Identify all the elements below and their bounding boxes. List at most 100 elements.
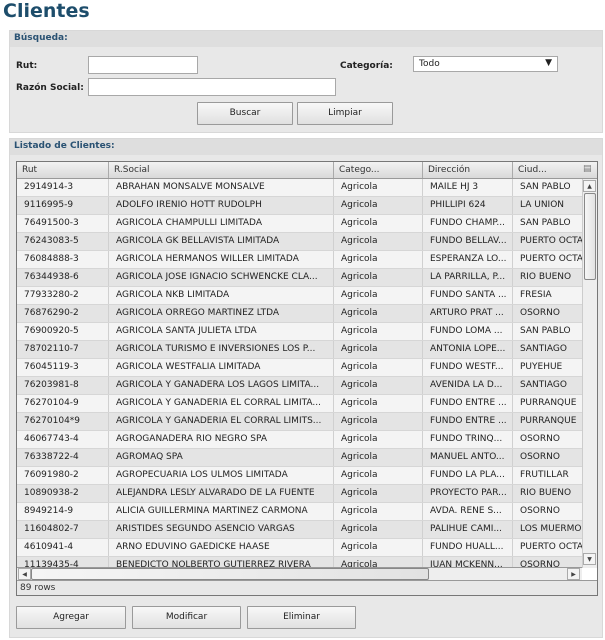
cell-direccion: FUNDO CHAMP... — [423, 215, 513, 232]
cell-direccion: PALIHUE CAMI... — [423, 521, 513, 538]
cell-categoria: Agricola — [334, 467, 423, 484]
cell-razon-social: AGRICOLA TURISMO E INVERSIONES LOS P... — [109, 341, 334, 358]
table-row[interactable]: 4610941-4 ARNO EDUVINO GAEDICKE HAASE Agri… — [17, 539, 582, 557]
cell-ciudad: PUYEHUE — [513, 359, 582, 376]
cell-categoria: Agricola — [334, 287, 423, 304]
cell-categoria: Agricola — [334, 431, 423, 448]
cell-ciudad: LA UNION — [513, 197, 582, 214]
cell-direccion: FUNDO WESTF... — [423, 359, 513, 376]
table-row[interactable]: 76270104-9 AGRICOLA Y GANADERIA EL CORRAL… — [17, 395, 582, 413]
cell-categoria: Agricola — [334, 503, 423, 520]
vertical-scroll-thumb[interactable] — [584, 193, 596, 280]
rut-input[interactable] — [88, 56, 198, 74]
vertical-scrollbar[interactable]: ▲ ▼ — [582, 179, 597, 568]
cell-ciudad: SANTIAGO — [513, 341, 582, 358]
column-header-razon-social[interactable]: R.Social — [109, 162, 334, 178]
column-header-categoria[interactable]: Catego... — [334, 162, 423, 178]
modificar-button[interactable]: Modificar — [132, 606, 241, 629]
table-row[interactable]: 2914914-3 ABRAHAN MONSALVE MONSALVE Agrico… — [17, 179, 582, 197]
column-header-rut[interactable]: Rut — [17, 162, 109, 178]
scroll-right-icon[interactable]: ▶ — [567, 568, 580, 580]
table-row[interactable]: 11139435-4 BENEDICTO NOLBERTO GUTIERREZ R… — [17, 557, 582, 567]
cell-categoria: Agricola — [334, 359, 423, 376]
cell-categoria: Agricola — [334, 323, 423, 340]
cell-categoria: Agricola — [334, 341, 423, 358]
table-row[interactable]: 76900920-5 AGRICOLA SANTA JULIETA LTDA Agr… — [17, 323, 582, 341]
cell-direccion: ANTONIA LOPE... — [423, 341, 513, 358]
cell-ciudad: PURRANQUE — [513, 395, 582, 412]
scroll-down-icon[interactable]: ▼ — [583, 553, 596, 565]
table-row[interactable]: 76491500-3 AGRICOLA CHAMPULLI LIMITADA Agr… — [17, 215, 582, 233]
cell-ciudad: PUERTO OCTA — [513, 233, 582, 250]
cell-razon-social: ADOLFO IRENIO HOTT RUDOLPH — [109, 197, 334, 214]
table-row[interactable]: 11604802-7 ARISTIDES SEGUNDO ASENCIO VARG… — [17, 521, 582, 539]
table-row[interactable]: 76344938-6 AGRICOLA JOSE IGNACIO SCHWENCK… — [17, 269, 582, 287]
table-row[interactable]: 76084888-3 AGRICOLA HERMANOS WILLER LIMIT… — [17, 251, 582, 269]
cell-razon-social: ALEJANDRA LESLY ALVARADO DE LA FUENTE — [109, 485, 334, 502]
table-row[interactable]: 76338722-4 AGROMAQ SPA Agricola MANUEL ANTO… — [17, 449, 582, 467]
eliminar-button[interactable]: Eliminar — [247, 606, 356, 629]
table-row[interactable]: 77933280-2 AGRICOLA NKB LIMITADA Agricola F… — [17, 287, 582, 305]
table-row[interactable]: 8949214-9 ALICIA GUILLERMINA MARTINEZ CAR… — [17, 503, 582, 521]
cell-rut: 2914914-3 — [17, 179, 109, 196]
scroll-left-icon[interactable]: ◀ — [18, 568, 31, 580]
search-panel: Búsqueda: Rut: Razón Social: Categoría: … — [9, 30, 603, 133]
cell-razon-social: AGRICOLA CHAMPULLI LIMITADA — [109, 215, 334, 232]
horizontal-scrollbar[interactable]: ◀ ▶ — [17, 567, 582, 580]
horizontal-scroll-thumb[interactable] — [31, 568, 429, 580]
cell-rut: 76344938-6 — [17, 269, 109, 286]
agregar-button[interactable]: Agregar — [16, 606, 126, 629]
column-header-ciudad[interactable]: Ciud... — [513, 162, 583, 178]
table-row[interactable]: 76203981-8 AGRICOLA Y GANADERA LOS LAGOS … — [17, 377, 582, 395]
table-row[interactable]: 78702110-7 AGRICOLA TURISMO E INVERSIONES… — [17, 341, 582, 359]
cell-direccion: ESPERANZA LO... — [423, 251, 513, 268]
cell-categoria: Agricola — [334, 251, 423, 268]
cell-razon-social: AGRICOLA WESTFALIA LIMITADA — [109, 359, 334, 376]
cell-rut: 76203981-8 — [17, 377, 109, 394]
column-header-direccion[interactable]: Dirección — [423, 162, 513, 178]
cell-rut: 8949214-9 — [17, 503, 109, 520]
cell-categoria: Agricola — [334, 215, 423, 232]
table-row[interactable]: 76270104*9 AGRICOLA Y GANADERIA EL CORRAL… — [17, 413, 582, 431]
cell-razon-social: ABRAHAN MONSALVE MONSALVE — [109, 179, 334, 196]
cell-direccion: MANUEL ANTO... — [423, 449, 513, 466]
table-row[interactable]: 76243083-5 AGRICOLA GK BELLAVISTA LIMITAD… — [17, 233, 582, 251]
cell-ciudad: RIO BUENO — [513, 269, 582, 286]
cell-ciudad: OSORNO — [513, 305, 582, 322]
cell-direccion: FUNDO LOMA ... — [423, 323, 513, 340]
cell-categoria: Agricola — [334, 377, 423, 394]
cell-direccion: PROYECTO PAR... — [423, 485, 513, 502]
cell-ciudad: SAN PABLO — [513, 179, 582, 196]
cell-ciudad: SANTIAGO — [513, 377, 582, 394]
cell-categoria: Agricola — [334, 269, 423, 286]
table-row[interactable]: 76091980-2 AGROPECUARIA LOS ULMOS LIMITAD… — [17, 467, 582, 485]
cell-ciudad: OSORNO — [513, 503, 582, 520]
scroll-up-icon[interactable]: ▲ — [583, 180, 596, 192]
cell-ciudad: PURRANQUE — [513, 413, 582, 430]
cell-direccion: LA PARRILLA, P... — [423, 269, 513, 286]
cell-rut: 76091980-2 — [17, 467, 109, 484]
row-count: 89 rows — [17, 580, 597, 595]
cell-categoria: Agricola — [334, 395, 423, 412]
cell-direccion: MAILE HJ 3 — [423, 179, 513, 196]
limpiar-button[interactable]: Limpiar — [297, 102, 393, 125]
cell-rut: 76045119-3 — [17, 359, 109, 376]
column-menu-icon[interactable]: ▤ — [583, 164, 592, 174]
cell-rut: 76491500-3 — [17, 215, 109, 232]
table-row[interactable]: 76876290-2 AGRICOLA ORREGO MARTINEZ LTDA A… — [17, 305, 582, 323]
table-row[interactable]: 10890938-2 ALEJANDRA LESLY ALVARADO DE LA… — [17, 485, 582, 503]
cell-direccion: FUNDO TRINQ... — [423, 431, 513, 448]
cell-direccion: FUNDO BELLAV... — [423, 233, 513, 250]
cell-rut: 78702110-7 — [17, 341, 109, 358]
page-title: Clientes — [3, 0, 90, 22]
cell-rut: 76338722-4 — [17, 449, 109, 466]
buscar-button[interactable]: Buscar — [197, 102, 293, 125]
razon-social-input[interactable] — [88, 78, 336, 96]
cell-rut: 11139435-4 — [17, 557, 109, 567]
table-row[interactable]: 46067743-4 AGROGANADERA RIO NEGRO SPA Agri… — [17, 431, 582, 449]
cell-direccion: AVDA. RENE S... — [423, 503, 513, 520]
list-panel-header: Listado de Clientes: — [10, 139, 602, 155]
categoria-select[interactable]: Todo ▼ — [413, 56, 558, 72]
table-row[interactable]: 76045119-3 AGRICOLA WESTFALIA LIMITADA Agr… — [17, 359, 582, 377]
table-row[interactable]: 9116995-9 ADOLFO IRENIO HOTT RUDOLPH Agric… — [17, 197, 582, 215]
